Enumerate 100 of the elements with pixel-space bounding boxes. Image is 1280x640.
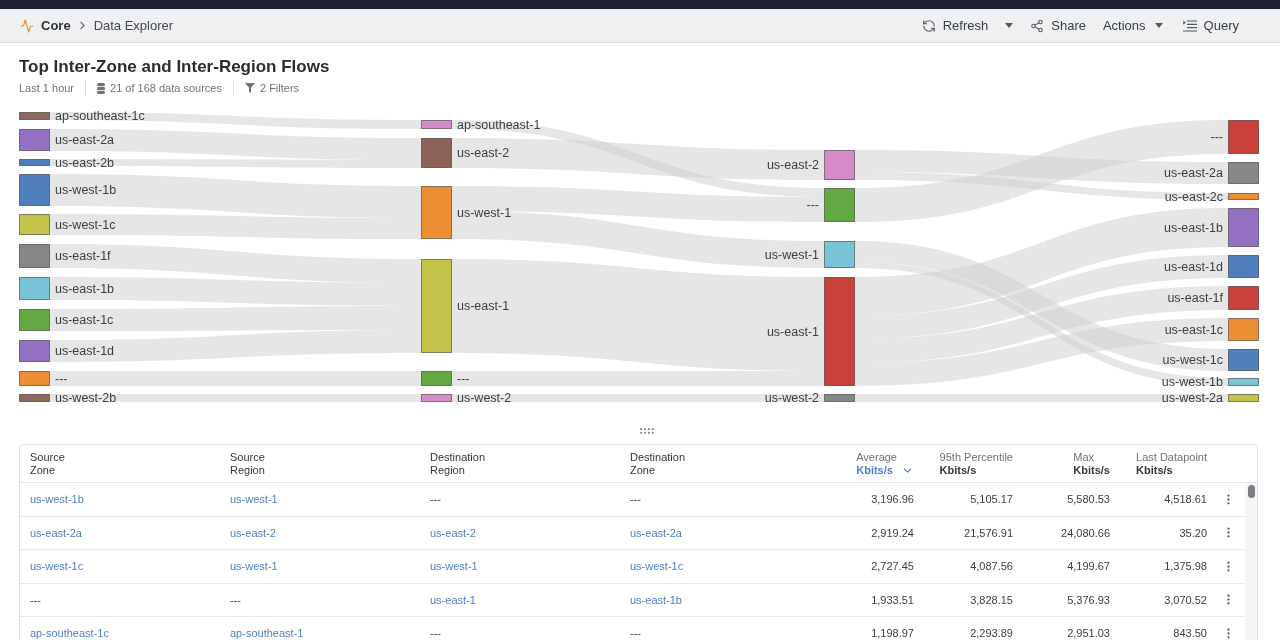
table-cell: 5,580.53 (1067, 493, 1110, 506)
table-cell: 2,727.45 (871, 560, 914, 573)
zone-link[interactable]: us-west-1 (430, 560, 478, 573)
table-cell: 5,105.17 (970, 493, 1013, 506)
column-header[interactable]: Average Kbits/s (856, 450, 914, 477)
table-cell: 1,198.97 (871, 627, 914, 640)
node-label: --- (1210, 130, 1223, 144)
node-label: us-east-1b (55, 281, 115, 296)
node-label: --- (806, 198, 819, 212)
zone-link[interactable]: us-east-2a (630, 526, 682, 539)
node-label: us-west-2a (1161, 391, 1223, 405)
caret-icon (1154, 23, 1163, 28)
page-name: Data Explorer (93, 18, 174, 33)
column-header[interactable]: 95th Percentile Kbits/s (939, 450, 1013, 477)
node-label: ap-southeast-1c (55, 109, 145, 123)
node-label: us-east-2c (1164, 189, 1223, 204)
zone-link[interactable]: us-west-1 (230, 560, 278, 573)
scrollbar-thumb[interactable] (1248, 485, 1255, 498)
table-cell: 4,199.67 (1067, 560, 1110, 573)
table-cell: 1,933.51 (871, 593, 914, 606)
table-cell: 21,576.91 (964, 526, 1013, 539)
table-cell: --- (430, 627, 441, 640)
table-cell: 35.20 (1179, 526, 1207, 539)
column-header[interactable]: Source Zone (30, 450, 65, 477)
node-label: us-east-1c (1164, 322, 1223, 337)
node-label: us-east-2 (457, 146, 510, 160)
node-label: us-east-1 (766, 324, 819, 339)
node-label: us-west-2 (457, 391, 512, 405)
node-label: --- (457, 371, 470, 386)
node-label: us-east-2a (1163, 166, 1223, 180)
pulse-icon (20, 18, 34, 33)
zone-link[interactable]: us-west-1c (30, 560, 84, 573)
node-label: us-west-2b (55, 391, 117, 405)
zone-link[interactable]: us-east-1b (630, 593, 682, 606)
table-cell: 3,070.52 (1164, 593, 1207, 606)
filters-button[interactable]: 2 Filters (244, 82, 300, 94)
table-cell: 4,518.61 (1164, 493, 1207, 506)
node-label: us-east-2a (55, 133, 115, 147)
node-label: us-east-1f (1167, 291, 1223, 305)
node-label: us-east-1c (55, 313, 114, 327)
table-cell: 24,080.66 (1061, 526, 1110, 539)
table-cell: 1,375.98 (1164, 560, 1207, 573)
node-label: us-east-1d (1163, 259, 1223, 274)
zone-link[interactable]: us-west-1 (230, 493, 278, 506)
zone-link[interactable]: us-west-1c (630, 560, 684, 573)
table-cell: 2,293.89 (970, 627, 1013, 640)
grip-icon[interactable] (640, 428, 654, 434)
table-cell: 2,951.03 (1067, 627, 1110, 640)
table-cell: 5,376.93 (1067, 593, 1110, 606)
node-label: us-west-1 (764, 247, 819, 262)
actions-button[interactable]: Actions (1102, 18, 1163, 33)
table-cell: --- (430, 493, 441, 506)
data-sources-button[interactable]: 21 of 168 data sources (97, 82, 222, 94)
node-label: --- (55, 371, 68, 386)
column-header[interactable]: Last Datapoint Kbits/s (1136, 450, 1207, 477)
page-title: Top Inter-Zone and Inter-Region Flows (19, 56, 331, 78)
node-label: us-west-1b (55, 183, 117, 197)
table-cell: 3,196.96 (871, 493, 914, 506)
table-cell: --- (630, 493, 641, 506)
column-header[interactable]: Max Kbits/s (1073, 450, 1110, 477)
query-button[interactable]: Query (1182, 18, 1239, 33)
node-label: us-east-2b (55, 155, 115, 170)
column-header[interactable]: Destination Zone (630, 450, 686, 477)
node-label: us-east-1b (1163, 220, 1223, 235)
zone-link[interactable]: us-east-2 (230, 526, 276, 539)
node-label: us-east-1f (55, 249, 111, 263)
table-cell: --- (230, 593, 241, 606)
database-icon (97, 82, 106, 94)
table-cell: 4,087.56 (970, 560, 1013, 573)
caret-icon[interactable] (1005, 23, 1014, 28)
breadcrumb-link[interactable]: Core (41, 18, 71, 33)
node-label: us-east-1 (457, 299, 510, 313)
node-label: us-west-1c (55, 217, 116, 232)
table-cell: 2,919.24 (871, 526, 914, 539)
refresh-button[interactable]: Refresh (921, 18, 989, 33)
zone-link[interactable]: us-west-1b (30, 493, 84, 506)
table-cell: --- (630, 627, 641, 640)
column-header[interactable]: Source Region (230, 450, 265, 477)
zone-link[interactable]: us-east-1 (430, 593, 476, 606)
table-cell: --- (30, 593, 41, 606)
refresh-icon (921, 18, 936, 33)
column-header[interactable]: Destination Region (430, 450, 486, 477)
table-cell: 843.50 (1173, 627, 1207, 640)
node-label: ap-southeast-1 (457, 117, 541, 132)
zone-link[interactable]: ap-southeast-1 (230, 627, 304, 640)
node-label: us-west-1b (1161, 375, 1223, 389)
table-cell: 3,828.15 (970, 593, 1013, 606)
node-label: us-west-1c (1162, 353, 1223, 367)
list-icon (1182, 19, 1197, 32)
zone-link[interactable]: us-east-2 (430, 526, 476, 539)
filter-icon (244, 83, 255, 93)
node-label: us-east-2 (766, 158, 819, 172)
node-label: us-west-1 (457, 205, 512, 220)
node-label: us-west-2 (764, 391, 819, 405)
zone-link[interactable]: us-east-2a (30, 526, 82, 539)
node-label: us-east-1d (55, 344, 115, 358)
share-icon (1030, 18, 1045, 33)
time-range-button[interactable]: Last 1 hour (19, 82, 75, 94)
zone-link[interactable]: ap-southeast-1c (30, 627, 109, 640)
share-button[interactable]: Share (1030, 18, 1086, 33)
